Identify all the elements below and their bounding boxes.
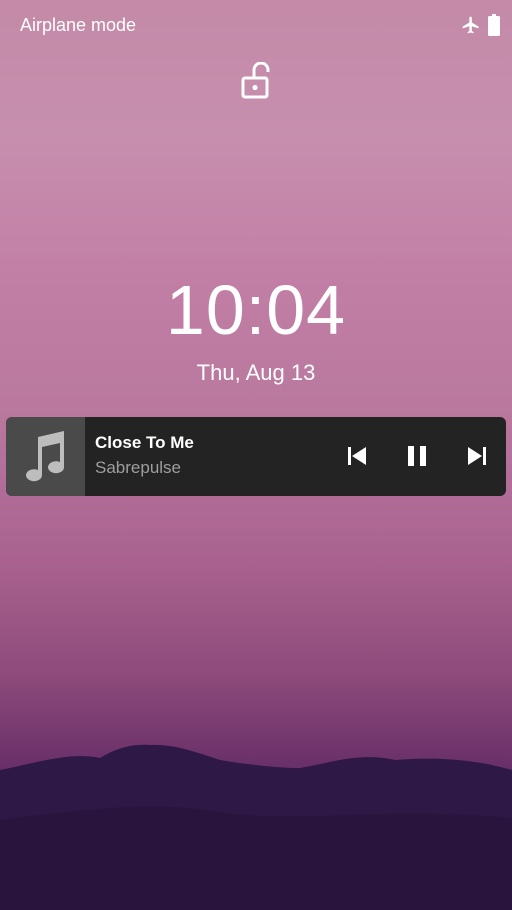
media-notification[interactable]: Close To Me Sabrepulse [6, 417, 506, 496]
lock-open-icon[interactable] [240, 62, 274, 100]
album-art [6, 417, 85, 496]
media-title: Close To Me [95, 433, 194, 452]
pause-icon[interactable] [404, 443, 430, 469]
next-icon[interactable] [464, 443, 490, 469]
status-bar: Airplane mode [0, 0, 512, 50]
airplane-mode-label: Airplane mode [20, 15, 137, 35]
airplane-icon [462, 16, 479, 34]
previous-icon[interactable] [344, 443, 370, 469]
music-note-icon [26, 431, 65, 482]
lock-clock: 10:04 [165, 271, 347, 349]
battery-icon [488, 14, 500, 36]
media-artist: Sabrepulse [95, 458, 182, 477]
lock-date: Thu, Aug 13 [196, 360, 316, 385]
